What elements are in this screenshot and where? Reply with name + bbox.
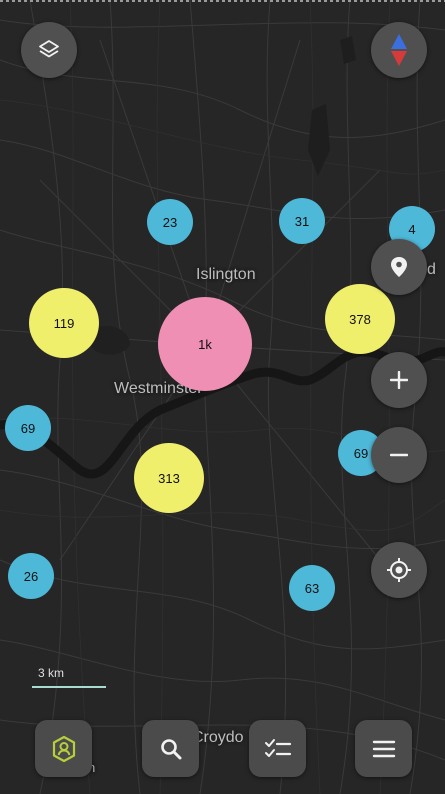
zoom-in-button[interactable] xyxy=(371,352,427,408)
map-scale: 3 km xyxy=(32,666,106,688)
menu-icon xyxy=(372,740,395,757)
poi-button[interactable] xyxy=(371,239,427,295)
cluster-count: 4 xyxy=(408,221,416,237)
compass-icon xyxy=(391,34,407,66)
minus-icon xyxy=(390,453,408,457)
cluster-count: 69 xyxy=(353,445,369,461)
profile-button[interactable] xyxy=(35,720,92,777)
scale-label: 3 km xyxy=(38,666,65,680)
profile-icon xyxy=(52,735,75,762)
cluster-count: 1k xyxy=(198,336,212,352)
cluster-count: 31 xyxy=(294,213,310,229)
place-label-right-edge: d xyxy=(427,261,436,278)
cluster-marker[interactable]: 378 xyxy=(325,284,395,354)
cluster-count: 69 xyxy=(20,420,36,436)
layers-icon xyxy=(39,40,59,58)
top-edge-dots xyxy=(0,0,445,2)
cluster-count: 26 xyxy=(23,568,39,584)
scale-bar xyxy=(32,686,106,688)
cluster-marker[interactable]: 31 xyxy=(279,198,325,244)
search-icon xyxy=(160,738,181,759)
cluster-count: 378 xyxy=(349,311,371,327)
place-label-croydon: Croydo xyxy=(192,729,244,746)
menu-button[interactable] xyxy=(355,720,412,777)
cluster-marker[interactable]: 69 xyxy=(5,405,51,451)
cluster-marker[interactable]: 23 xyxy=(147,199,193,245)
search-button[interactable] xyxy=(142,720,199,777)
cluster-marker[interactable]: 26 xyxy=(8,553,54,599)
plus-icon xyxy=(390,371,408,389)
cluster-marker[interactable]: 313 xyxy=(134,443,204,513)
cluster-marker[interactable]: 63 xyxy=(289,565,335,611)
locate-me-button[interactable] xyxy=(371,542,427,598)
compass-button[interactable] xyxy=(371,22,427,78)
crosshair-icon xyxy=(387,558,411,582)
checklist-button[interactable] xyxy=(249,720,306,777)
cluster-count: 23 xyxy=(162,214,178,230)
zoom-out-button[interactable] xyxy=(371,427,427,483)
cluster-marker[interactable]: 119 xyxy=(29,288,99,358)
cluster-count: 119 xyxy=(53,315,75,331)
place-label-islington: Islington xyxy=(196,266,256,283)
cluster-count: 313 xyxy=(158,470,180,486)
checklist-icon xyxy=(264,738,291,757)
layers-button[interactable] xyxy=(21,22,77,78)
cluster-count: 63 xyxy=(304,580,320,596)
map-pin-icon xyxy=(391,257,407,277)
cluster-marker[interactable]: 1k xyxy=(158,297,252,391)
